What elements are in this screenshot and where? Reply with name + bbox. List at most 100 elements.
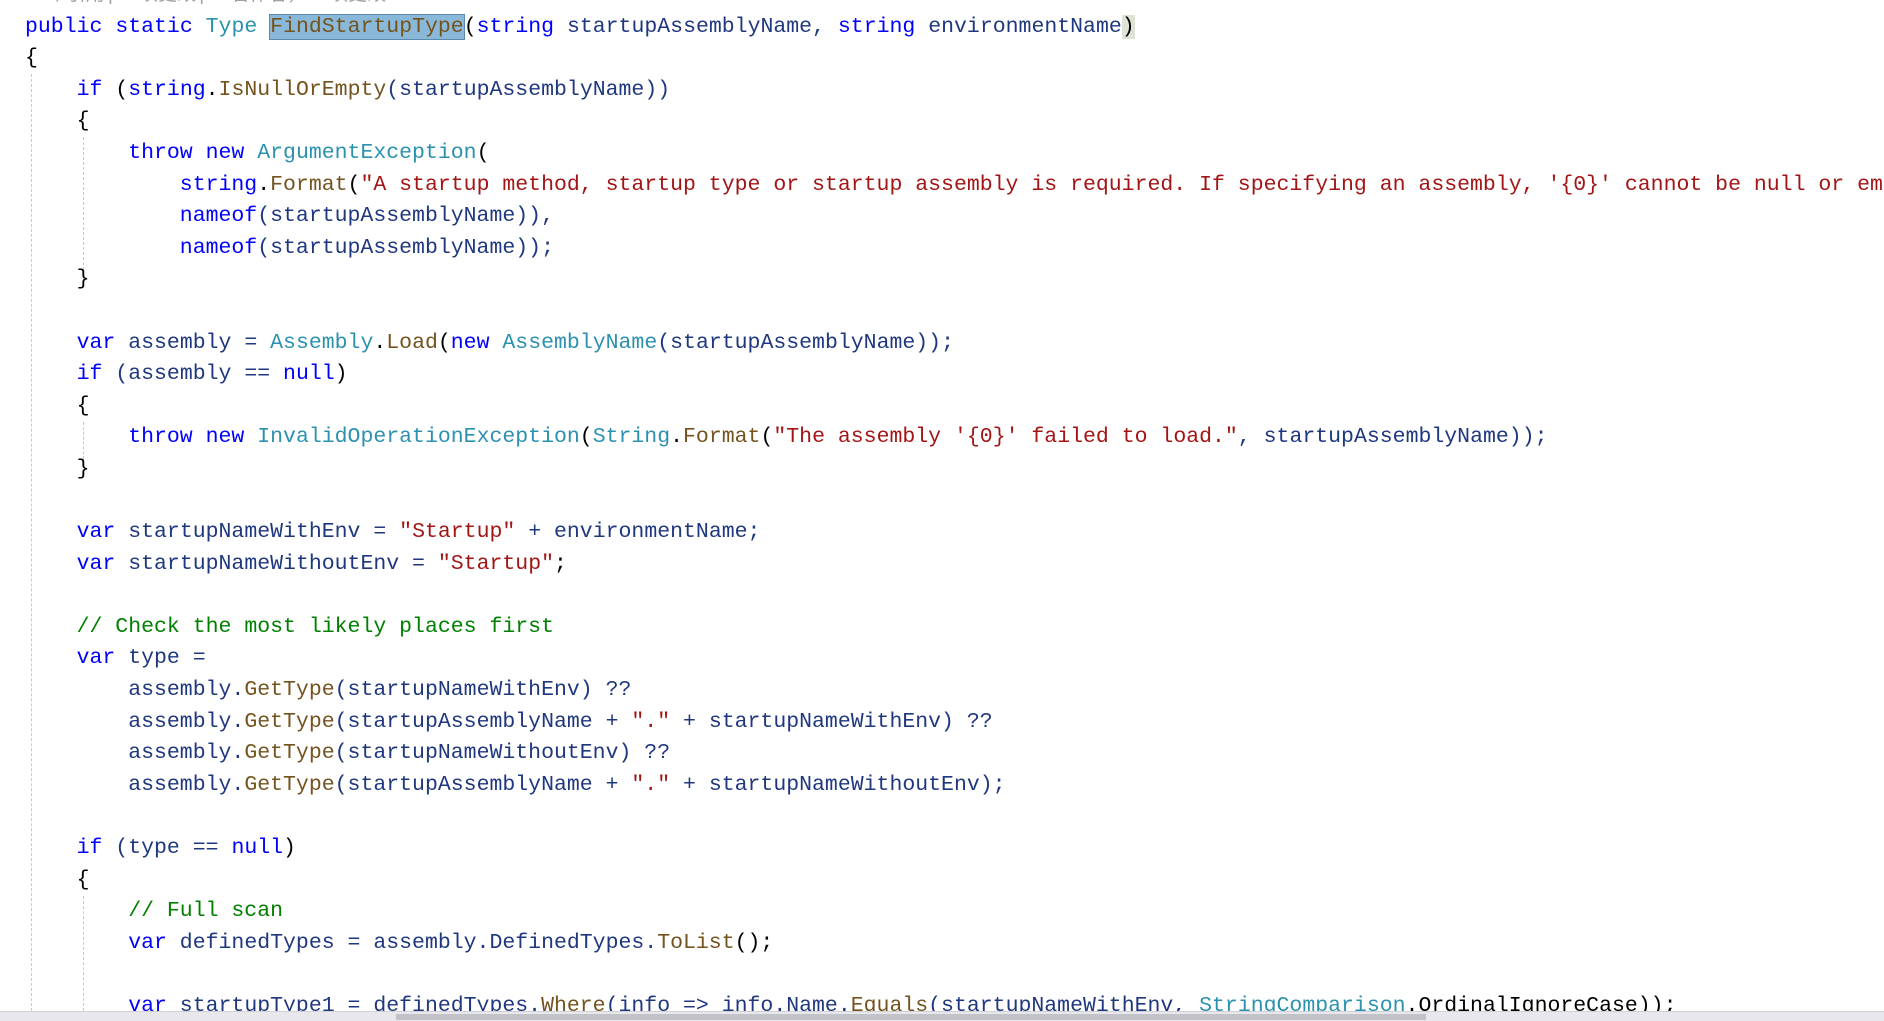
code-token: "." xyxy=(631,772,671,797)
code-token: ; xyxy=(554,551,567,576)
code-token: String xyxy=(592,425,671,450)
code-token: new xyxy=(450,330,490,355)
code-line[interactable]: string.Format("A startup method, startup… xyxy=(0,170,1884,202)
code-token: Assembly xyxy=(270,330,374,355)
code-token: } xyxy=(76,267,90,292)
code-line[interactable]: // Full scan xyxy=(0,896,1884,928)
code-line[interactable]: nameof(startupAssemblyName)), xyxy=(0,201,1884,233)
code-line[interactable]: var startupNameWithoutEnv = "Startup"; xyxy=(0,549,1884,581)
codelens-info[interactable]: 2 个引用|0 项更改|0 名作者，0 项更改 xyxy=(25,0,386,6)
code-token: type = xyxy=(115,646,206,671)
code-line[interactable]: var assembly = Assembly.Load(new Assembl… xyxy=(0,328,1884,360)
code-token: ( xyxy=(437,330,451,355)
code-token: GetType xyxy=(244,772,335,797)
code-line[interactable]: assembly.GetType(startupAssemblyName + "… xyxy=(0,707,1884,739)
code-token: Equals xyxy=(850,994,929,1011)
code-token: { xyxy=(76,867,90,892)
code-line[interactable]: throw new ArgumentException( xyxy=(0,138,1884,170)
code-line[interactable]: { xyxy=(0,106,1884,138)
code-line[interactable]: { xyxy=(0,391,1884,423)
code-token: "." xyxy=(631,709,671,734)
code-line[interactable] xyxy=(0,801,1884,833)
code-token: Format xyxy=(683,425,761,450)
code-token: new xyxy=(205,140,245,165)
code-line[interactable]: var type = xyxy=(0,643,1884,675)
code-token: Load xyxy=(386,330,438,355)
code-token: ( xyxy=(760,425,774,450)
code-token: string xyxy=(476,14,555,39)
code-line[interactable]: var startupNameWithEnv = "Startup" + env… xyxy=(0,517,1884,549)
code-line[interactable]: assembly.GetType(startupNameWithEnv) ?? xyxy=(0,675,1884,707)
code-token: . xyxy=(373,330,387,355)
code-token: StringComparison xyxy=(1199,994,1406,1011)
code-editor[interactable]: 2 个引用|0 项更改|0 名作者，0 项更改 public static Typ… xyxy=(0,0,1884,1011)
code-token: var xyxy=(128,930,167,955)
code-token: ( xyxy=(102,77,129,102)
code-token: var xyxy=(128,994,167,1011)
code-token: (startupAssemblyName + xyxy=(334,772,632,797)
code-line[interactable]: var definedTypes = assembly.DefinedTypes… xyxy=(0,928,1884,960)
code-token: { xyxy=(76,109,90,134)
code-token: string xyxy=(179,172,258,197)
code-line[interactable]: throw new InvalidOperationException(Stri… xyxy=(0,422,1884,454)
code-line[interactable]: public static Type FindStartupType(strin… xyxy=(0,12,1884,44)
code-token: IsNullOrEmpty xyxy=(218,77,387,102)
code-token: nameof xyxy=(179,235,258,260)
code-token: // Full scan xyxy=(128,899,284,924)
code-line[interactable]: // Check the most likely places first xyxy=(0,612,1884,644)
code-token: ArgumentException xyxy=(257,140,477,165)
code-token: ) xyxy=(1121,14,1135,39)
code-token: (startupNameWithoutEnv) ?? xyxy=(334,741,671,766)
code-token: assembly. xyxy=(128,709,245,734)
code-line[interactable]: var startupType1 = definedTypes.Where(in… xyxy=(0,991,1884,1011)
code-token: definedTypes = assembly.DefinedTypes. xyxy=(166,930,658,955)
code-token: (startupNameWithEnv) ?? xyxy=(334,678,632,703)
code-line[interactable] xyxy=(0,580,1884,612)
code-token: + startupNameWithEnv) ?? xyxy=(670,709,993,734)
code-line[interactable]: } xyxy=(0,264,1884,296)
code-line[interactable]: nameof(startupAssemblyName)); xyxy=(0,233,1884,265)
code-line[interactable]: if (string.IsNullOrEmpty(startupAssembly… xyxy=(0,75,1884,107)
code-token: var xyxy=(76,520,116,545)
code-line[interactable]: assembly.GetType(startupAssemblyName + "… xyxy=(0,770,1884,802)
code-line[interactable]: { xyxy=(0,43,1884,75)
codelens-line[interactable]: 2 个引用|0 项更改|0 名作者，0 项更改 xyxy=(0,0,1884,12)
code-token: assembly. xyxy=(128,678,245,703)
code-token: ( xyxy=(579,425,593,450)
code-token: null xyxy=(231,836,284,861)
code-token: string xyxy=(128,77,206,102)
code-line[interactable]: if (type == null) xyxy=(0,833,1884,865)
code-line[interactable]: { xyxy=(0,865,1884,897)
code-token: .OrdinalIgnoreCase)); xyxy=(1405,994,1677,1011)
code-line[interactable] xyxy=(0,959,1884,991)
code-line[interactable] xyxy=(0,296,1884,328)
code-token: , startupAssemblyName)); xyxy=(1237,425,1548,450)
code-token: . xyxy=(205,77,219,102)
code-token: Format xyxy=(270,172,348,197)
code-line[interactable] xyxy=(0,486,1884,518)
code-token: (type == xyxy=(102,836,232,861)
code-token: startupNameWithoutEnv = xyxy=(115,551,438,576)
code-token: if xyxy=(76,362,103,387)
code-line[interactable]: } xyxy=(0,454,1884,486)
code-token: Type xyxy=(205,14,258,39)
code-token: ) xyxy=(334,362,348,387)
code-token: (startupAssemblyName)); xyxy=(257,235,554,260)
code-line[interactable]: if (assembly == null) xyxy=(0,359,1884,391)
code-token: "A startup method, startup type or start… xyxy=(360,172,1884,197)
horizontal-scrollbar[interactable] xyxy=(396,1014,1426,1020)
code-token: + startupNameWithoutEnv); xyxy=(670,772,1006,797)
code-token: ( xyxy=(463,14,477,39)
code-token: (startupAssemblyName + xyxy=(334,709,632,734)
code-token: InvalidOperationException xyxy=(257,425,580,450)
code-token: "Startup" xyxy=(399,520,516,545)
code-line[interactable]: assembly.GetType(startupNameWithoutEnv) … xyxy=(0,738,1884,770)
code-token: AssemblyName xyxy=(502,330,658,355)
code-token: var xyxy=(76,646,116,671)
